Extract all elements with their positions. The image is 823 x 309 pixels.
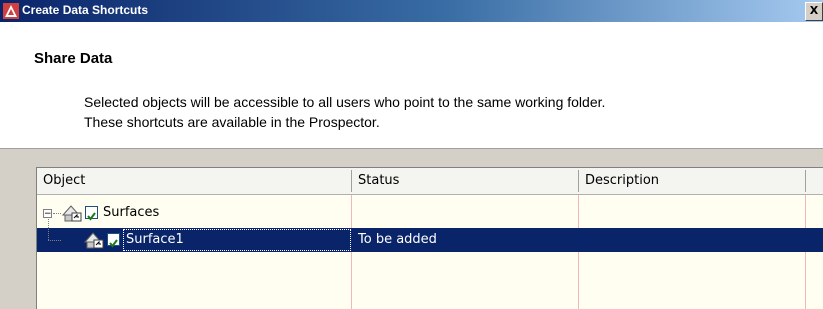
surface-shortcut-icon bbox=[83, 232, 104, 249]
close-icon: X bbox=[809, 4, 819, 17]
window-title: Create Data Shortcuts bbox=[22, 3, 149, 17]
column-header-description[interactable]: Description bbox=[579, 168, 805, 194]
tree-connector bbox=[53, 213, 61, 214]
tree-connector bbox=[48, 219, 49, 240]
create-data-shortcuts-dialog: Create Data Shortcuts X Share Data Selec… bbox=[0, 0, 823, 309]
column-header-object[interactable]: Object bbox=[37, 168, 351, 194]
status-text: To be added bbox=[358, 232, 437, 247]
tree-collapse-icon[interactable]: − bbox=[43, 209, 52, 219]
table-row[interactable]: − Surfaces bbox=[37, 201, 823, 225]
check-mark-icon bbox=[87, 212, 96, 221]
object-name: Surface1 bbox=[126, 232, 184, 247]
tree-connector bbox=[48, 240, 61, 241]
title-bar[interactable]: Create Data Shortcuts X bbox=[0, 0, 823, 22]
description-text: Selected objects will be accessible to a… bbox=[84, 92, 605, 132]
column-header-status[interactable]: Status bbox=[352, 168, 578, 194]
shortcut-table[interactable]: Object Status Description − Surfaces Sur… bbox=[36, 167, 823, 309]
column-divider[interactable] bbox=[805, 170, 806, 192]
surface-shortcut-icon bbox=[61, 205, 82, 222]
app-icon bbox=[3, 3, 19, 19]
page-heading: Share Data bbox=[34, 50, 113, 67]
description-line-1: Selected objects will be accessible to a… bbox=[84, 94, 606, 110]
table-header: Object Status Description bbox=[37, 168, 823, 195]
header-panel: Share Data Selected objects will be acce… bbox=[0, 22, 823, 149]
checkbox-checked-icon[interactable] bbox=[107, 233, 120, 248]
object-name: Surfaces bbox=[103, 205, 160, 220]
description-line-2: These shortcuts are available in the Pro… bbox=[84, 114, 380, 130]
table-row[interactable]: Surface1 To be added bbox=[37, 219, 823, 252]
check-mark-icon bbox=[109, 239, 118, 248]
checkbox-checked-icon[interactable] bbox=[85, 206, 98, 221]
close-button[interactable]: X bbox=[805, 2, 823, 21]
